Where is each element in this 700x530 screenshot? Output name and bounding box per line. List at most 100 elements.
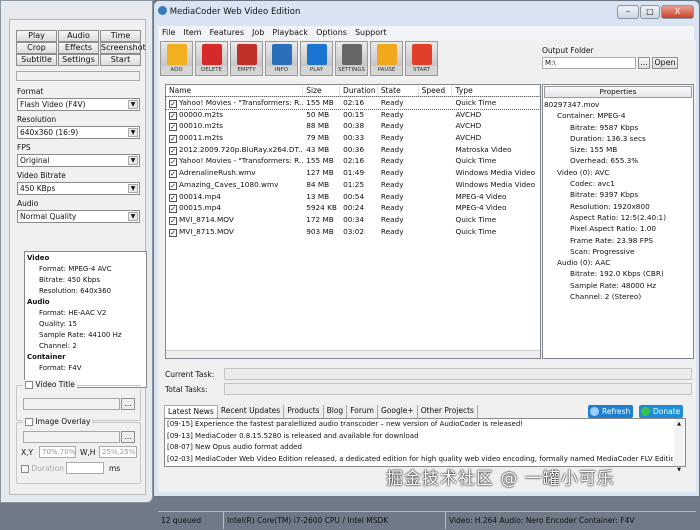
output-folder-browse-button[interactable]: ... bbox=[638, 57, 650, 69]
table-row[interactable]: ✓ Yahoo! Movies - "Transformers: R... 155 … bbox=[166, 155, 540, 167]
table-row[interactable]: ✓ 2012.2009.720p.BluRay.x264.DT... 43 MB 00… bbox=[166, 144, 540, 156]
tab-google-[interactable]: Google+ bbox=[377, 405, 418, 418]
cell-type: MPEG-4 Video bbox=[452, 191, 540, 203]
summary-item: Sample Rate: 44100 Hz bbox=[39, 331, 122, 339]
info-toolbar-button[interactable]: INFO bbox=[265, 41, 298, 76]
screenshot-button[interactable]: Screenshot bbox=[100, 42, 146, 54]
subtitle-button[interactable]: Subtitle bbox=[16, 54, 57, 66]
donate-button[interactable]: Donate bbox=[639, 405, 684, 418]
row-checkbox[interactable]: ✓ bbox=[169, 135, 177, 144]
pause-toolbar-button[interactable]: PAUSE bbox=[370, 41, 403, 76]
xy-input[interactable]: 70%,70% bbox=[39, 446, 76, 458]
column-header-speed[interactable]: Speed bbox=[419, 85, 453, 96]
table-row[interactable]: ✓ 00011.m2ts 79 MB 00:33 Ready AVCHD bbox=[166, 132, 540, 144]
watermark: 掘金技术社区 @ 一罐小可乐 bbox=[386, 469, 615, 489]
delete-toolbar-button[interactable]: DELETE bbox=[195, 41, 228, 76]
row-checkbox[interactable]: ✓ bbox=[169, 111, 177, 120]
open-folder-button[interactable]: Open bbox=[652, 57, 678, 69]
wh-input[interactable]: 25%,25% bbox=[99, 446, 137, 458]
crop-button[interactable]: Crop bbox=[16, 42, 57, 54]
cell-name: ✓ Yahoo! Movies - "Transformers: R... bbox=[166, 97, 303, 109]
news-item[interactable]: [08-07] New Opus audio format added bbox=[167, 442, 673, 454]
file-list[interactable]: Name Size Duration State Speed Type ✓ Yahoo! M… bbox=[165, 84, 541, 359]
news-scrollbar[interactable]: ▲ ▼ bbox=[674, 419, 684, 473]
audio-select[interactable]: Normal Quality ▼ bbox=[17, 210, 140, 223]
tab-forum[interactable]: Forum bbox=[347, 405, 378, 418]
play-button[interactable]: Play bbox=[16, 30, 57, 42]
news-item[interactable]: [09-13] MediaCoder 0.8.15.5280 is releas… bbox=[167, 431, 673, 443]
table-row[interactable]: ✓ 00015.mp4 5924 KB 00:24 Ready MPEG-4 Video bbox=[166, 202, 540, 214]
start-toolbar-button[interactable]: START bbox=[405, 41, 438, 76]
table-row[interactable]: ✓ MVI_8715.MOV 903 MB 03:02 Ready Quick Time bbox=[166, 226, 540, 238]
tab-blog[interactable]: Blog bbox=[323, 405, 348, 418]
empty-toolbar-button[interactable]: EMPTY bbox=[230, 41, 263, 76]
image-overlay-browse-button[interactable]: ... bbox=[121, 431, 135, 443]
row-checkbox[interactable]: ✓ bbox=[169, 100, 177, 108]
settings-toolbar-button[interactable]: SETTINGS bbox=[335, 41, 368, 76]
row-checkbox[interactable]: ✓ bbox=[169, 146, 177, 155]
row-checkbox[interactable]: ✓ bbox=[169, 123, 177, 132]
menu-job[interactable]: Job bbox=[252, 26, 264, 40]
table-row[interactable]: ✓ MVI_8714.MOV 172 MB 00:34 Ready Quick Time bbox=[166, 214, 540, 226]
fps-select[interactable]: Original ▼ bbox=[17, 154, 140, 167]
news-item[interactable]: [09-15] Experience the fastest paralelli… bbox=[167, 419, 673, 431]
resolution-select[interactable]: 640x360 (16:9) ▼ bbox=[17, 126, 140, 139]
row-checkbox[interactable]: ✓ bbox=[169, 170, 177, 179]
column-header-name[interactable]: Name bbox=[166, 85, 304, 96]
menu-options[interactable]: Options bbox=[316, 26, 347, 40]
table-row[interactable]: ✓ 00010.m2ts 88 MB 00:38 Ready AVCHD bbox=[166, 120, 540, 132]
tab-products[interactable]: Products bbox=[284, 405, 324, 418]
row-checkbox[interactable]: ✓ bbox=[169, 205, 177, 214]
property-item: Size: 155 MB bbox=[570, 145, 618, 155]
pause-icon bbox=[377, 44, 397, 65]
table-row[interactable]: ✓ Amazing_Caves_1080.wmv 84 MB 01:25 Ready Wi… bbox=[166, 179, 540, 191]
menu-playback[interactable]: Playback bbox=[272, 26, 308, 40]
horizontal-scrollbar[interactable] bbox=[166, 350, 540, 358]
row-checkbox[interactable]: ✓ bbox=[169, 228, 177, 237]
video-title-checkbox[interactable] bbox=[25, 381, 33, 389]
toolbar-label: EMPTY bbox=[231, 66, 262, 75]
refresh-button[interactable]: Refresh bbox=[588, 405, 634, 418]
column-header-duration[interactable]: Duration bbox=[340, 85, 378, 96]
table-row[interactable]: ✓ AdrenalineRush.wmv 127 MB 01:49 Ready Windo… bbox=[166, 167, 540, 179]
menu-file[interactable]: File bbox=[162, 26, 175, 40]
column-header-state[interactable]: State bbox=[378, 85, 419, 96]
menu-item[interactable]: Item bbox=[183, 26, 201, 40]
play-toolbar-button[interactable]: PLAY bbox=[300, 41, 333, 76]
maximize-button[interactable]: □ bbox=[640, 5, 660, 19]
effects-button[interactable]: Effects bbox=[58, 42, 99, 54]
column-header-size[interactable]: Size bbox=[303, 85, 341, 96]
close-button[interactable]: X bbox=[661, 5, 694, 19]
add-toolbar-button[interactable]: ADD bbox=[160, 41, 193, 76]
cell-text: 79 MB bbox=[306, 133, 330, 143]
start-button[interactable]: Start bbox=[100, 54, 141, 66]
settings-button[interactable]: Settings bbox=[58, 54, 99, 66]
cell-speed bbox=[419, 202, 453, 214]
tab-other-projects[interactable]: Other Projects bbox=[417, 405, 478, 418]
row-checkbox[interactable]: ✓ bbox=[169, 158, 177, 167]
image-overlay-input[interactable] bbox=[23, 431, 120, 443]
video-title-browse-button[interactable]: ... bbox=[121, 398, 135, 410]
column-header-type[interactable]: Type bbox=[452, 85, 540, 96]
row-checkbox[interactable]: ✓ bbox=[169, 181, 177, 190]
menu-support[interactable]: Support bbox=[355, 26, 387, 40]
menu-features[interactable]: Features bbox=[210, 26, 244, 40]
table-row[interactable]: ✓ 00014.mp4 13 MB 00:54 Ready MPEG-4 Video bbox=[166, 191, 540, 203]
duration-checkbox[interactable] bbox=[21, 465, 29, 473]
tab-recent-updates[interactable]: Recent Updates bbox=[217, 405, 285, 418]
image-overlay-checkbox[interactable] bbox=[25, 418, 33, 426]
table-row[interactable]: ✓ 00000.m2ts 50 MB 00:15 Ready AVCHD bbox=[166, 109, 540, 121]
format-select[interactable]: Flash Video (F4V) ▼ bbox=[17, 98, 140, 111]
audio-button[interactable]: Audio bbox=[58, 30, 99, 42]
row-checkbox[interactable]: ✓ bbox=[169, 193, 177, 202]
tab-latest-news[interactable]: Latest News bbox=[164, 405, 218, 418]
video-bitrate-select[interactable]: 450 KBps ▼ bbox=[17, 182, 140, 195]
duration-input[interactable] bbox=[66, 462, 104, 474]
output-folder-input[interactable]: M:\ bbox=[542, 57, 636, 69]
table-row[interactable]: ✓ Yahoo! Movies - "Transformers: R... 155 … bbox=[165, 96, 541, 110]
row-checkbox[interactable]: ✓ bbox=[169, 216, 177, 225]
time-button[interactable]: Time bbox=[100, 30, 141, 42]
minimize-button[interactable]: – bbox=[617, 5, 639, 19]
video-title-input[interactable] bbox=[23, 398, 120, 410]
cell-text: Amazing_Caves_1080.wmv bbox=[179, 179, 279, 189]
